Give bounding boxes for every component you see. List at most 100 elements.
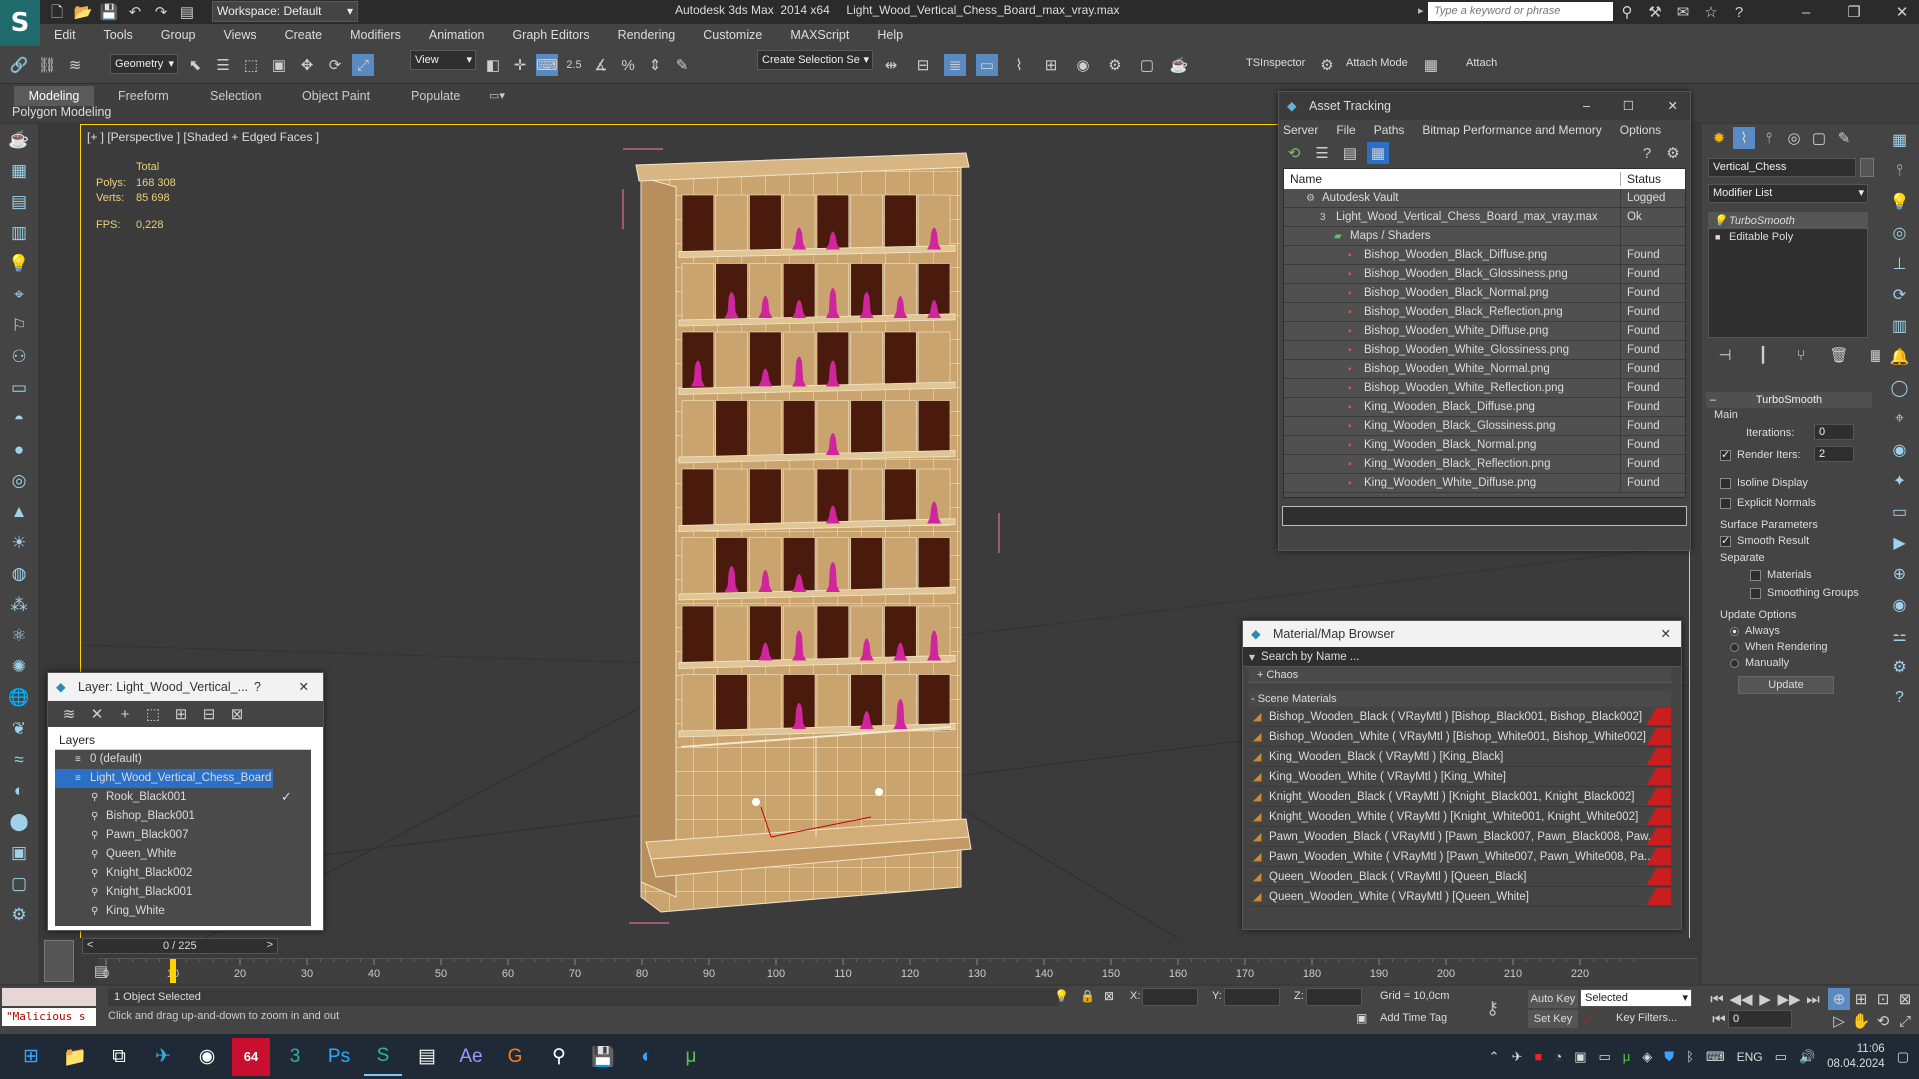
tab-populate[interactable]: Populate	[411, 86, 460, 106]
open-file-icon[interactable]: 📂	[72, 1, 94, 23]
display-tab-icon[interactable]: ▢	[1808, 127, 1830, 149]
active-layer-checkmark-icon[interactable]: ✓	[281, 789, 292, 805]
tray-nvidia-icon[interactable]: ◈	[1642, 1049, 1652, 1065]
plant-icon[interactable]: ❦	[0, 713, 38, 744]
dome-light-icon[interactable]: ◍	[0, 558, 38, 589]
isolate-selection-icon[interactable]: 💡	[1054, 989, 1069, 1003]
dome-icon[interactable]: ◓	[0, 403, 38, 434]
project-folder-icon[interactable]: ▤	[176, 1, 198, 23]
current-frame-field[interactable]: 0	[1728, 1010, 1792, 1028]
layer-item[interactable]: ≡ Light_Wood_Vertical_Chess_Board	[55, 769, 273, 788]
layer-window-titlebar[interactable]: ◆ Layer: Light_Wood_Vertical_... ? ✕	[48, 673, 323, 701]
save-app-icon[interactable]: 💾	[584, 1038, 622, 1076]
layer-item[interactable]: ≡ 0 (default)	[55, 750, 311, 769]
tray-defender-icon[interactable]: ⛊	[1664, 1049, 1674, 1065]
utorrent-icon[interactable]: μ	[672, 1038, 710, 1076]
tab-modeling[interactable]: Modeling	[14, 86, 94, 106]
render-icon[interactable]: ▣	[0, 837, 38, 868]
window-crossing-icon[interactable]: ▣	[268, 54, 290, 76]
materials-checkbox[interactable]	[1750, 569, 1761, 581]
render-frame-icon[interactable]: ▢	[1136, 54, 1158, 76]
asset-row[interactable]: ⚙ Autodesk Vault Logged	[1284, 189, 1685, 208]
circle-icon[interactable]: ◯	[1880, 372, 1919, 403]
photoshop-icon[interactable]: Ps	[320, 1038, 358, 1076]
asset-row[interactable]: ▪ King_Wooden_White_Diffuse.png Found	[1284, 474, 1685, 493]
material-item[interactable]: ◢ Pawn_Wooden_Black ( VRayMtl ) [Pawn_Bla…	[1249, 827, 1671, 847]
gear-icon[interactable]: ⚙	[1880, 651, 1919, 682]
dynamics-icon[interactable]: ⚛	[0, 620, 38, 651]
stack-item-turbosmooth[interactable]: 💡 TurboSmooth	[1709, 213, 1867, 229]
track-bar-menu-icon[interactable]: ▤	[90, 960, 112, 982]
chess-bookcase-model[interactable]	[621, 147, 1001, 927]
manually-radio[interactable]	[1730, 658, 1739, 668]
target-icon[interactable]: ◉	[1880, 434, 1919, 465]
tray-telegram-icon[interactable]: ✈	[1512, 1049, 1523, 1065]
create-tab-icon[interactable]: ✹	[1708, 127, 1730, 149]
curve-editor-icon[interactable]: ⌇	[1008, 54, 1030, 76]
tray-record-icon[interactable]: ■	[1534, 1049, 1542, 1064]
unlink-icon[interactable]: ⛓	[36, 54, 58, 76]
help-button[interactable]: ?	[254, 673, 261, 701]
expand-icon[interactable]: ■	[1715, 229, 1720, 245]
material-item[interactable]: ◢ Queen_Wooden_White ( VRayMtl ) [Queen_W…	[1249, 887, 1671, 907]
layer-item[interactable]: ⚲ Pawn_Black007	[55, 826, 311, 845]
tab-freeform[interactable]: Freeform	[118, 86, 169, 106]
after-effects-icon[interactable]: Ae	[452, 1038, 490, 1076]
spinner-snap-icon[interactable]: ⇕	[644, 54, 666, 76]
search-app-icon[interactable]: ⚲	[540, 1038, 578, 1076]
sun-icon[interactable]: ☀	[0, 527, 38, 558]
asset-row[interactable]: ▪ King_Wooden_Black_Glossiness.png Found	[1284, 417, 1685, 436]
mirror-icon[interactable]: ⇹	[880, 54, 902, 76]
menu-maxscript[interactable]: MAXScript	[776, 24, 863, 46]
minimize-icon[interactable]: –	[1583, 92, 1590, 120]
grid-icon[interactable]: ▥	[0, 217, 38, 248]
menu-group[interactable]: Group	[147, 24, 210, 46]
checker-icon[interactable]: ▦	[1420, 54, 1442, 76]
modifier-list-dropdown[interactable]: Modifier List ▾	[1708, 184, 1868, 203]
layer-item[interactable]: ⚲ Rook_Black001	[55, 788, 311, 807]
close-icon[interactable]: ✕	[1661, 621, 1671, 647]
schematic-view-icon[interactable]: ⊞	[1040, 54, 1062, 76]
help-search-input[interactable]: Type a keyword or phrase	[1428, 2, 1613, 21]
material-item[interactable]: ◢ Bishop_Wooden_Black ( VRayMtl ) [Bishop…	[1249, 707, 1671, 727]
maxscript-listener-top[interactable]	[2, 988, 96, 1006]
col-name[interactable]: Name	[1284, 172, 1621, 186]
task-view-icon[interactable]: ⧉	[100, 1038, 138, 1076]
asset-row[interactable]: ▪ Bishop_Wooden_White_Normal.png Found	[1284, 360, 1685, 379]
windows-start-icon[interactable]: ⊞	[12, 1038, 50, 1076]
add-selection-icon[interactable]: ⬚	[142, 703, 164, 725]
torus-icon[interactable]: ◎	[0, 465, 38, 496]
set-key-button[interactable]: Set Key	[1528, 1010, 1578, 1028]
turbosmooth-rollout-header[interactable]: – TurboSmooth	[1706, 392, 1872, 408]
group-scene-materials[interactable]: - Scene Materials	[1249, 691, 1671, 707]
object-color-swatch[interactable]	[1860, 158, 1874, 177]
previous-frame-icon[interactable]: ◀◀	[1729, 988, 1752, 1010]
smooth-result-row[interactable]: Smooth Result	[1720, 534, 1809, 547]
light-icon[interactable]: 💡	[0, 248, 38, 279]
mini-curve-toggle[interactable]	[44, 940, 74, 982]
pin-stack-icon[interactable]: ⊣	[1714, 344, 1736, 366]
workspace-dropdown[interactable]: Workspace: Default ▾	[212, 1, 358, 22]
clock[interactable]: 11:06 08.04.2024	[1827, 1042, 1885, 1072]
when-rendering-radio[interactable]	[1730, 642, 1739, 652]
render-icon[interactable]: ☕	[1168, 54, 1190, 76]
sphere-material-icon[interactable]: ⬤	[0, 806, 38, 837]
slider-next-icon[interactable]: >	[267, 939, 273, 951]
time-slider[interactable]: < 0 / 225 >	[82, 938, 278, 954]
asset-row[interactable]: ▪ King_Wooden_Black_Diffuse.png Found	[1284, 398, 1685, 417]
pan-icon[interactable]: ✋	[1850, 1010, 1872, 1032]
menu-paths[interactable]: Paths	[1374, 123, 1405, 137]
eye-icon[interactable]: ◉	[1880, 589, 1919, 620]
material-item[interactable]: ◢ Queen_Wooden_Black ( VRayMtl ) [Queen_B…	[1249, 867, 1671, 887]
motion-icon[interactable]: ◎	[1880, 217, 1919, 248]
group-chaos[interactable]: + Chaos	[1249, 667, 1671, 683]
bind-space-warp-icon[interactable]: ≋	[64, 54, 86, 76]
refresh-icon[interactable]: ⟲	[1283, 142, 1305, 164]
material-item[interactable]: ◢ Knight_Wooden_White ( VRayMtl ) [Knight…	[1249, 807, 1671, 827]
menu-file[interactable]: File	[1336, 123, 1355, 137]
edge-icon[interactable]: ◐	[628, 1038, 666, 1076]
restore-icon[interactable]: ❐	[1843, 1, 1865, 23]
utilities-tab-icon[interactable]: ✎	[1833, 127, 1855, 149]
reference-coord-dropdown[interactable]: View ▾	[410, 50, 476, 70]
close-icon[interactable]: ✕	[1668, 92, 1678, 120]
